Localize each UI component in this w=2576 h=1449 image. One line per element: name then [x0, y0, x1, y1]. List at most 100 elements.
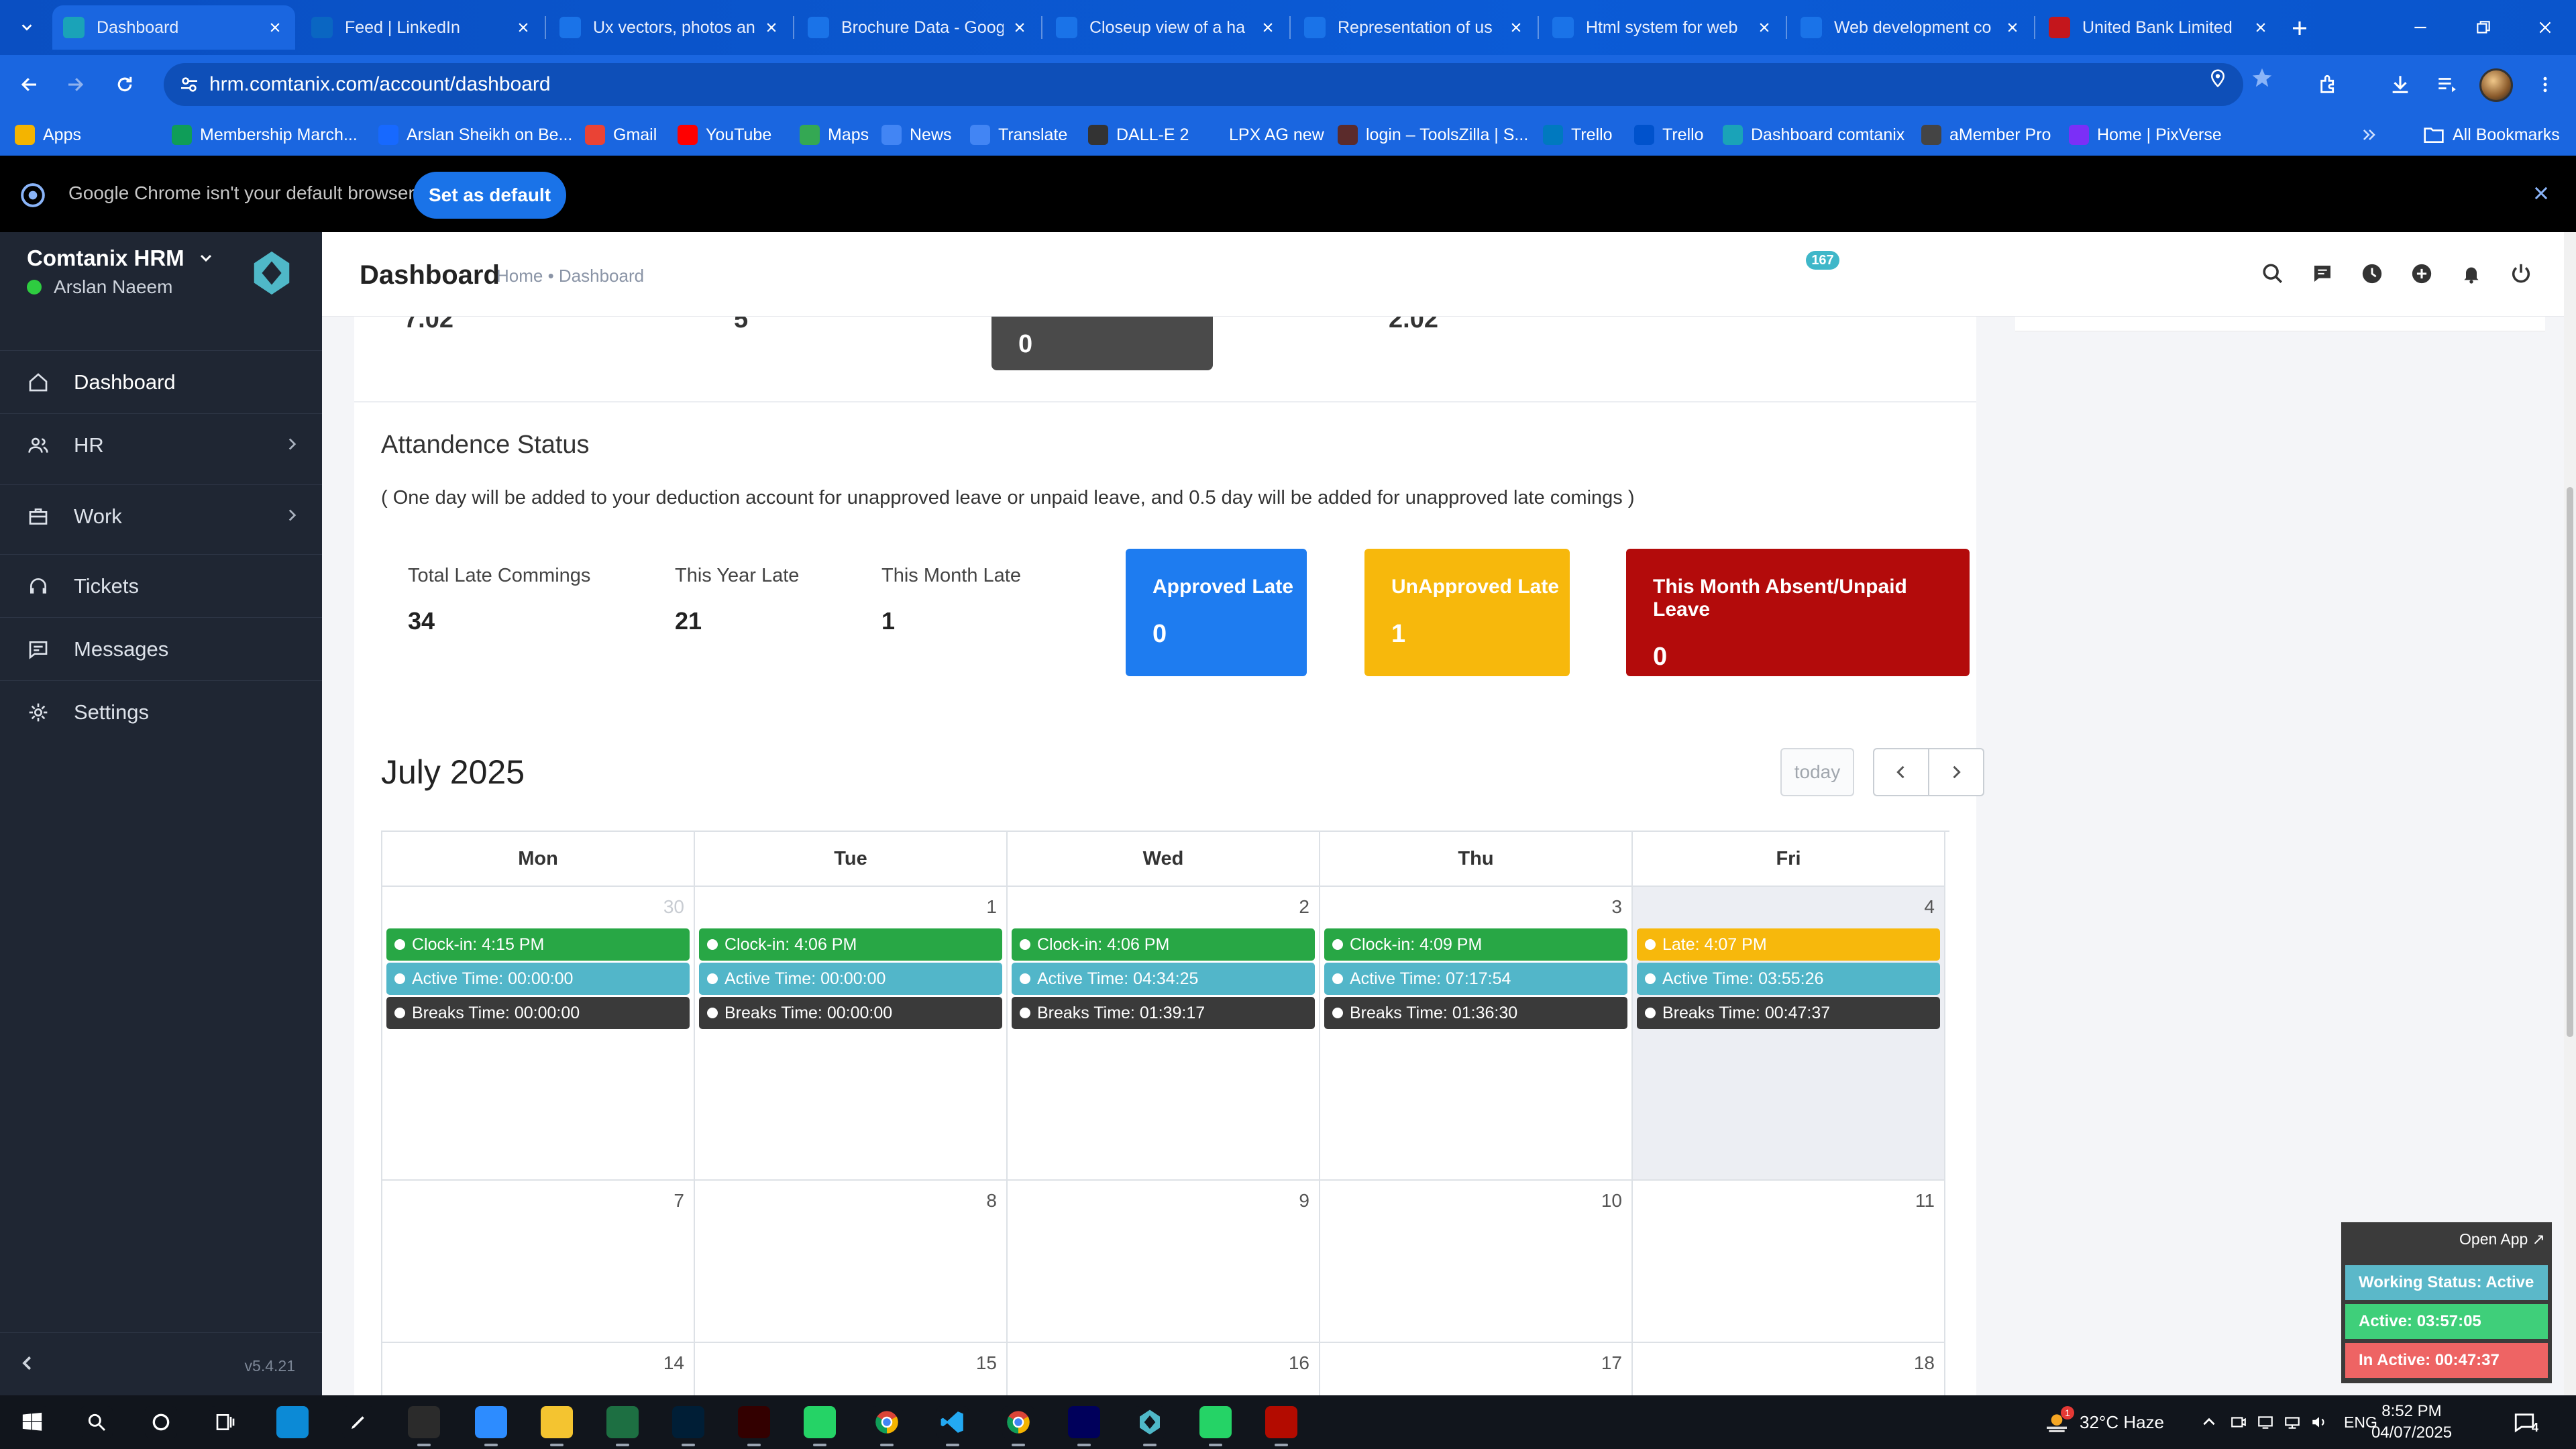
cortana-icon[interactable] — [145, 1406, 177, 1438]
bookmark-8[interactable]: Translate — [970, 123, 1067, 146]
tab-close-icon[interactable] — [1010, 18, 1029, 37]
calendar-day-cell[interactable]: 2 Clock-in: 4:06 PM Active Time: 04:34:25 B… — [1008, 887, 1320, 1181]
excel-icon[interactable] — [606, 1406, 639, 1446]
calendar-event[interactable]: Active Time: 00:00:00 — [699, 963, 1002, 995]
calendar-event[interactable]: Clock-in: 4:09 PM — [1324, 928, 1627, 961]
bookmark-5[interactable]: YouTube — [678, 123, 771, 146]
task-view-icon[interactable] — [209, 1406, 241, 1438]
calendar-event[interactable]: Active Time: 00:00:00 — [386, 963, 690, 995]
photoshop-icon[interactable] — [672, 1406, 704, 1446]
weather-widget[interactable]: 1 32°C Haze — [2043, 1395, 2164, 1449]
calendar-day-cell[interactable]: 10 — [1320, 1181, 1633, 1343]
tab-close-icon[interactable] — [266, 18, 284, 37]
search-icon[interactable] — [80, 1406, 113, 1438]
tab-7[interactable]: Web development co — [1790, 5, 2033, 50]
kebab-menu-icon[interactable] — [2529, 68, 2561, 101]
tab-close-icon[interactable] — [2003, 18, 2022, 37]
tab-8[interactable]: United Bank Limited — [2038, 5, 2281, 50]
day-number[interactable]: 1 — [986, 896, 997, 918]
site-info-icon[interactable] — [178, 74, 200, 95]
edge-icon[interactable] — [276, 1406, 309, 1438]
sidebar-item-dashboard[interactable]: Dashboard — [0, 350, 322, 413]
calendar-day-cell[interactable]: 30 Clock-in: 4:15 PM Active Time: 00:00:00… — [382, 887, 695, 1181]
bookmark-6[interactable]: Maps — [800, 123, 869, 146]
day-number[interactable]: 9 — [1299, 1190, 1309, 1212]
tab-5[interactable]: Representation of us — [1293, 5, 1536, 50]
calendar-event[interactable]: Breaks Time: 00:47:37 — [1637, 997, 1940, 1029]
unapproved-late-card[interactable]: UnApproved Late 1 — [1364, 549, 1570, 676]
day-number[interactable]: 14 — [663, 1352, 684, 1374]
collapse-sidebar-button[interactable] — [17, 1353, 38, 1373]
terminal-icon[interactable] — [408, 1406, 440, 1446]
bell-icon[interactable] — [2458, 260, 2485, 287]
chrome-icon[interactable] — [871, 1406, 903, 1446]
bookmark-14[interactable]: Dashboard comtanix — [1723, 123, 1904, 146]
location-icon[interactable] — [2206, 66, 2230, 90]
tab-close-icon[interactable] — [762, 18, 781, 37]
day-number[interactable]: 18 — [1914, 1352, 1935, 1374]
media-control-icon[interactable] — [2431, 68, 2463, 101]
day-number[interactable]: 11 — [1915, 1190, 1935, 1212]
calendar-next-button[interactable] — [1928, 748, 1984, 796]
vscode-icon[interactable] — [936, 1406, 969, 1446]
sidebar-item-settings[interactable]: Settings — [0, 680, 322, 743]
bookmarks-overflow-button[interactable] — [2360, 123, 2379, 146]
bookmark-15[interactable]: aMember Pro — [1921, 123, 2051, 146]
approved-late-card[interactable]: Approved Late 0 — [1126, 549, 1307, 676]
system-clock[interactable]: 8:52 PM 04/07/2025 — [2361, 1401, 2462, 1444]
day-number[interactable]: 30 — [663, 896, 684, 918]
address-bar[interactable]: hrm.comtanix.com/account/dashboard — [164, 63, 2243, 106]
bookmark-16[interactable]: Home | PixVerse — [2069, 123, 2222, 146]
chrome-profile-icon[interactable] — [1002, 1406, 1034, 1446]
calendar-event[interactable]: Clock-in: 4:15 PM — [386, 928, 690, 961]
camera-icon[interactable] — [2230, 1413, 2247, 1431]
calendar-today-button[interactable]: today — [1780, 748, 1854, 796]
volume-icon[interactable] — [2310, 1413, 2328, 1431]
infobar-close-button[interactable] — [2528, 180, 2555, 207]
brand-switcher[interactable]: Comtanix HRM — [27, 246, 214, 271]
bookmark-0[interactable]: Apps — [15, 123, 81, 146]
tab-close-icon[interactable] — [1258, 18, 1277, 37]
profile-avatar[interactable] — [2479, 68, 2513, 102]
tab-6[interactable]: Html system for web — [1542, 5, 1784, 50]
search-icon[interactable] — [2259, 260, 2286, 287]
bookmark-7[interactable]: News — [881, 123, 952, 146]
chevron-up-icon[interactable] — [2200, 1413, 2218, 1431]
reload-button[interactable] — [109, 68, 141, 101]
calendar-day-cell[interactable]: 8 — [695, 1181, 1008, 1343]
zoom-icon[interactable] — [475, 1406, 507, 1446]
bookmark-13[interactable]: Trello — [1634, 123, 1704, 146]
absent-unpaid-card[interactable]: This Month Absent/Unpaid Leave 0 — [1626, 549, 1970, 676]
sidebar-item-messages[interactable]: Messages — [0, 617, 322, 680]
calendar-day-cell[interactable]: 9 — [1008, 1181, 1320, 1343]
scrollbar-thumb[interactable] — [2567, 487, 2573, 1037]
calendar-day-cell[interactable]: 4 Late: 4:07 PM Active Time: 03:55:26 Break… — [1633, 887, 1945, 1181]
day-number[interactable]: 8 — [986, 1190, 997, 1212]
day-number[interactable]: 7 — [674, 1190, 684, 1212]
bookmark-1[interactable] — [110, 123, 138, 146]
download-icon[interactable] — [2384, 68, 2416, 101]
action-center[interactable]: 4 — [2513, 1395, 2538, 1449]
bookmark-4[interactable]: Gmail — [585, 123, 657, 146]
calendar-event[interactable]: Breaks Time: 01:39:17 — [1012, 997, 1315, 1029]
extensions-icon[interactable] — [2313, 68, 2345, 101]
calendar-day-cell[interactable]: 7 — [382, 1181, 695, 1343]
chat-icon[interactable] — [2309, 260, 2336, 287]
close-window-button[interactable] — [2514, 0, 2576, 55]
calendar-event[interactable]: Breaks Time: 00:00:00 — [699, 997, 1002, 1029]
sidebar-item-tickets[interactable]: Tickets — [0, 554, 322, 617]
file-explorer-icon[interactable] — [541, 1406, 573, 1446]
back-button[interactable] — [13, 68, 46, 101]
day-number[interactable]: 4 — [1924, 896, 1935, 918]
calendar-event[interactable]: Active Time: 07:17:54 — [1324, 963, 1627, 995]
page-scrollbar[interactable] — [2564, 232, 2576, 1395]
calendar-day-cell[interactable]: 1 Clock-in: 4:06 PM Active Time: 00:00:00 B… — [695, 887, 1008, 1181]
screen-icon[interactable] — [2257, 1413, 2274, 1431]
day-number[interactable]: 3 — [1611, 896, 1622, 918]
day-number[interactable]: 15 — [976, 1352, 997, 1374]
bookmark-3[interactable]: Arslan Sheikh on Be... — [378, 123, 572, 146]
tab-3[interactable]: Brochure Data - Goog — [797, 5, 1040, 50]
calendar-day-cell[interactable]: 16 — [1008, 1343, 1320, 1395]
bookmark-12[interactable]: Trello — [1543, 123, 1613, 146]
premiere-icon[interactable] — [1068, 1406, 1100, 1446]
